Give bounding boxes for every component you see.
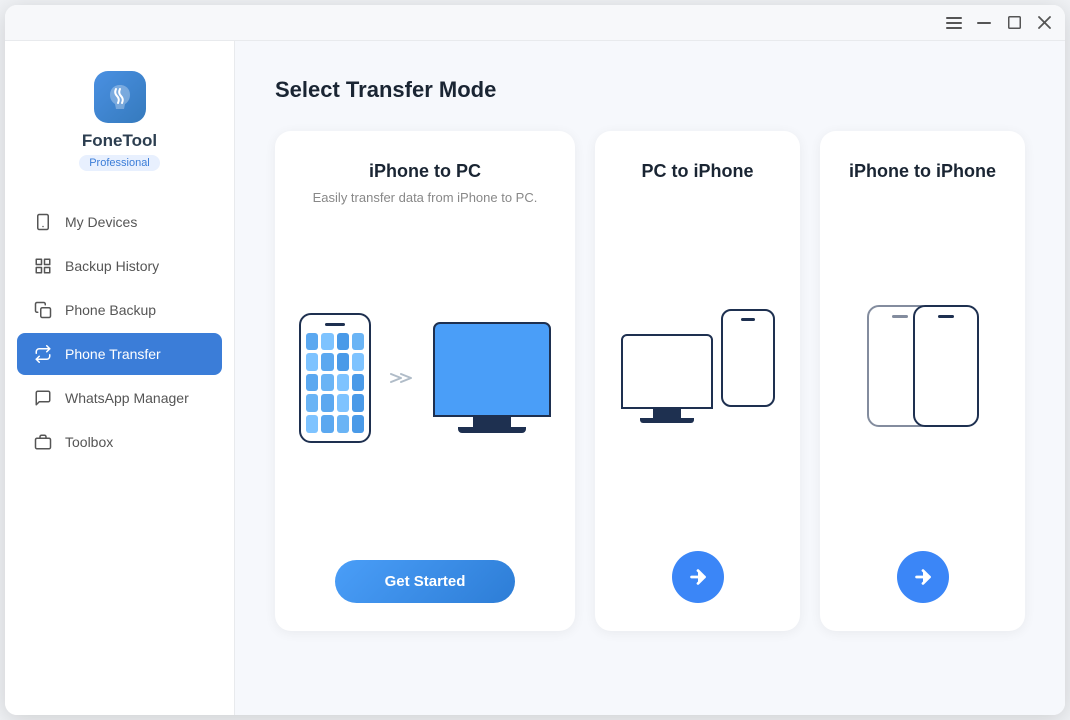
menu-icon[interactable]: [945, 14, 963, 32]
card-pc-to-iphone[interactable]: PC to iPhone: [595, 131, 800, 631]
chat-icon: [33, 388, 53, 408]
sidebar: FoneTool Professional My Devices Backup …: [5, 41, 235, 715]
illustration-iphone-to-iphone: [867, 190, 979, 541]
transfer-icon: [33, 344, 53, 364]
page-title: Select Transfer Mode: [275, 77, 1025, 103]
app-badge: Professional: [79, 155, 160, 171]
card-iphone-to-iphone[interactable]: iPhone to iPhone: [820, 131, 1025, 631]
card-top-iphone-to-pc: iPhone to PC Easily transfer data from i…: [313, 161, 538, 205]
sidebar-item-backup-history[interactable]: Backup History: [17, 245, 222, 287]
phone-icon: [33, 212, 53, 232]
sidebar-item-my-devices[interactable]: My Devices: [17, 201, 222, 243]
card-iphone-to-pc[interactable]: iPhone to PC Easily transfer data from i…: [275, 131, 575, 631]
card-bottom-iphone-to-iphone: [844, 541, 1001, 603]
logo-area: FoneTool Professional: [5, 61, 234, 201]
sidebar-label-toolbox: Toolbox: [65, 434, 113, 450]
maximize-button[interactable]: [1005, 14, 1023, 32]
sidebar-label-my-devices: My Devices: [65, 214, 137, 230]
card-title-iphone-to-pc: iPhone to PC: [369, 161, 481, 182]
card-title-pc-to-iphone: PC to iPhone: [642, 161, 754, 182]
cards-row: iPhone to PC Easily transfer data from i…: [275, 131, 1025, 631]
illustration-pc-to-iphone: [621, 190, 775, 541]
sidebar-label-phone-backup: Phone Backup: [65, 302, 156, 318]
pc-to-iphone-arrow-button[interactable]: [672, 551, 724, 603]
app-logo: [94, 71, 146, 123]
illustration-iphone-to-pc: [299, 205, 551, 550]
nav-list: My Devices Backup History Phone Backup: [5, 201, 234, 463]
sidebar-item-toolbox[interactable]: Toolbox: [17, 421, 222, 463]
get-started-button[interactable]: Get Started: [335, 560, 516, 603]
sidebar-item-whatsapp-manager[interactable]: WhatsApp Manager: [17, 377, 222, 419]
card-title-iphone-to-iphone: iPhone to iPhone: [849, 161, 996, 182]
titlebar: [5, 5, 1065, 41]
sidebar-label-phone-transfer: Phone Transfer: [65, 346, 161, 362]
sidebar-item-phone-backup[interactable]: Phone Backup: [17, 289, 222, 331]
app-name: FoneTool: [82, 131, 157, 151]
sidebar-label-whatsapp-manager: WhatsApp Manager: [65, 390, 189, 406]
copy-icon: [33, 300, 53, 320]
card-bottom-pc-to-iphone: [619, 541, 776, 603]
minimize-button[interactable]: [975, 14, 993, 32]
toolbox-icon: [33, 432, 53, 452]
app-window: FoneTool Professional My Devices Backup …: [5, 5, 1065, 715]
card-top-iphone-to-iphone: iPhone to iPhone: [849, 161, 996, 190]
content-area: Select Transfer Mode iPhone to PC Easily…: [235, 41, 1065, 715]
card-bottom-iphone-to-pc: Get Started: [299, 550, 551, 603]
sidebar-item-phone-transfer[interactable]: Phone Transfer: [17, 333, 222, 375]
grid-icon: [33, 256, 53, 276]
close-button[interactable]: [1035, 14, 1053, 32]
sidebar-label-backup-history: Backup History: [65, 258, 159, 274]
main-area: FoneTool Professional My Devices Backup …: [5, 41, 1065, 715]
card-top-pc-to-iphone: PC to iPhone: [642, 161, 754, 190]
iphone-to-iphone-arrow-button[interactable]: [897, 551, 949, 603]
card-desc-iphone-to-pc: Easily transfer data from iPhone to PC.: [313, 190, 538, 205]
